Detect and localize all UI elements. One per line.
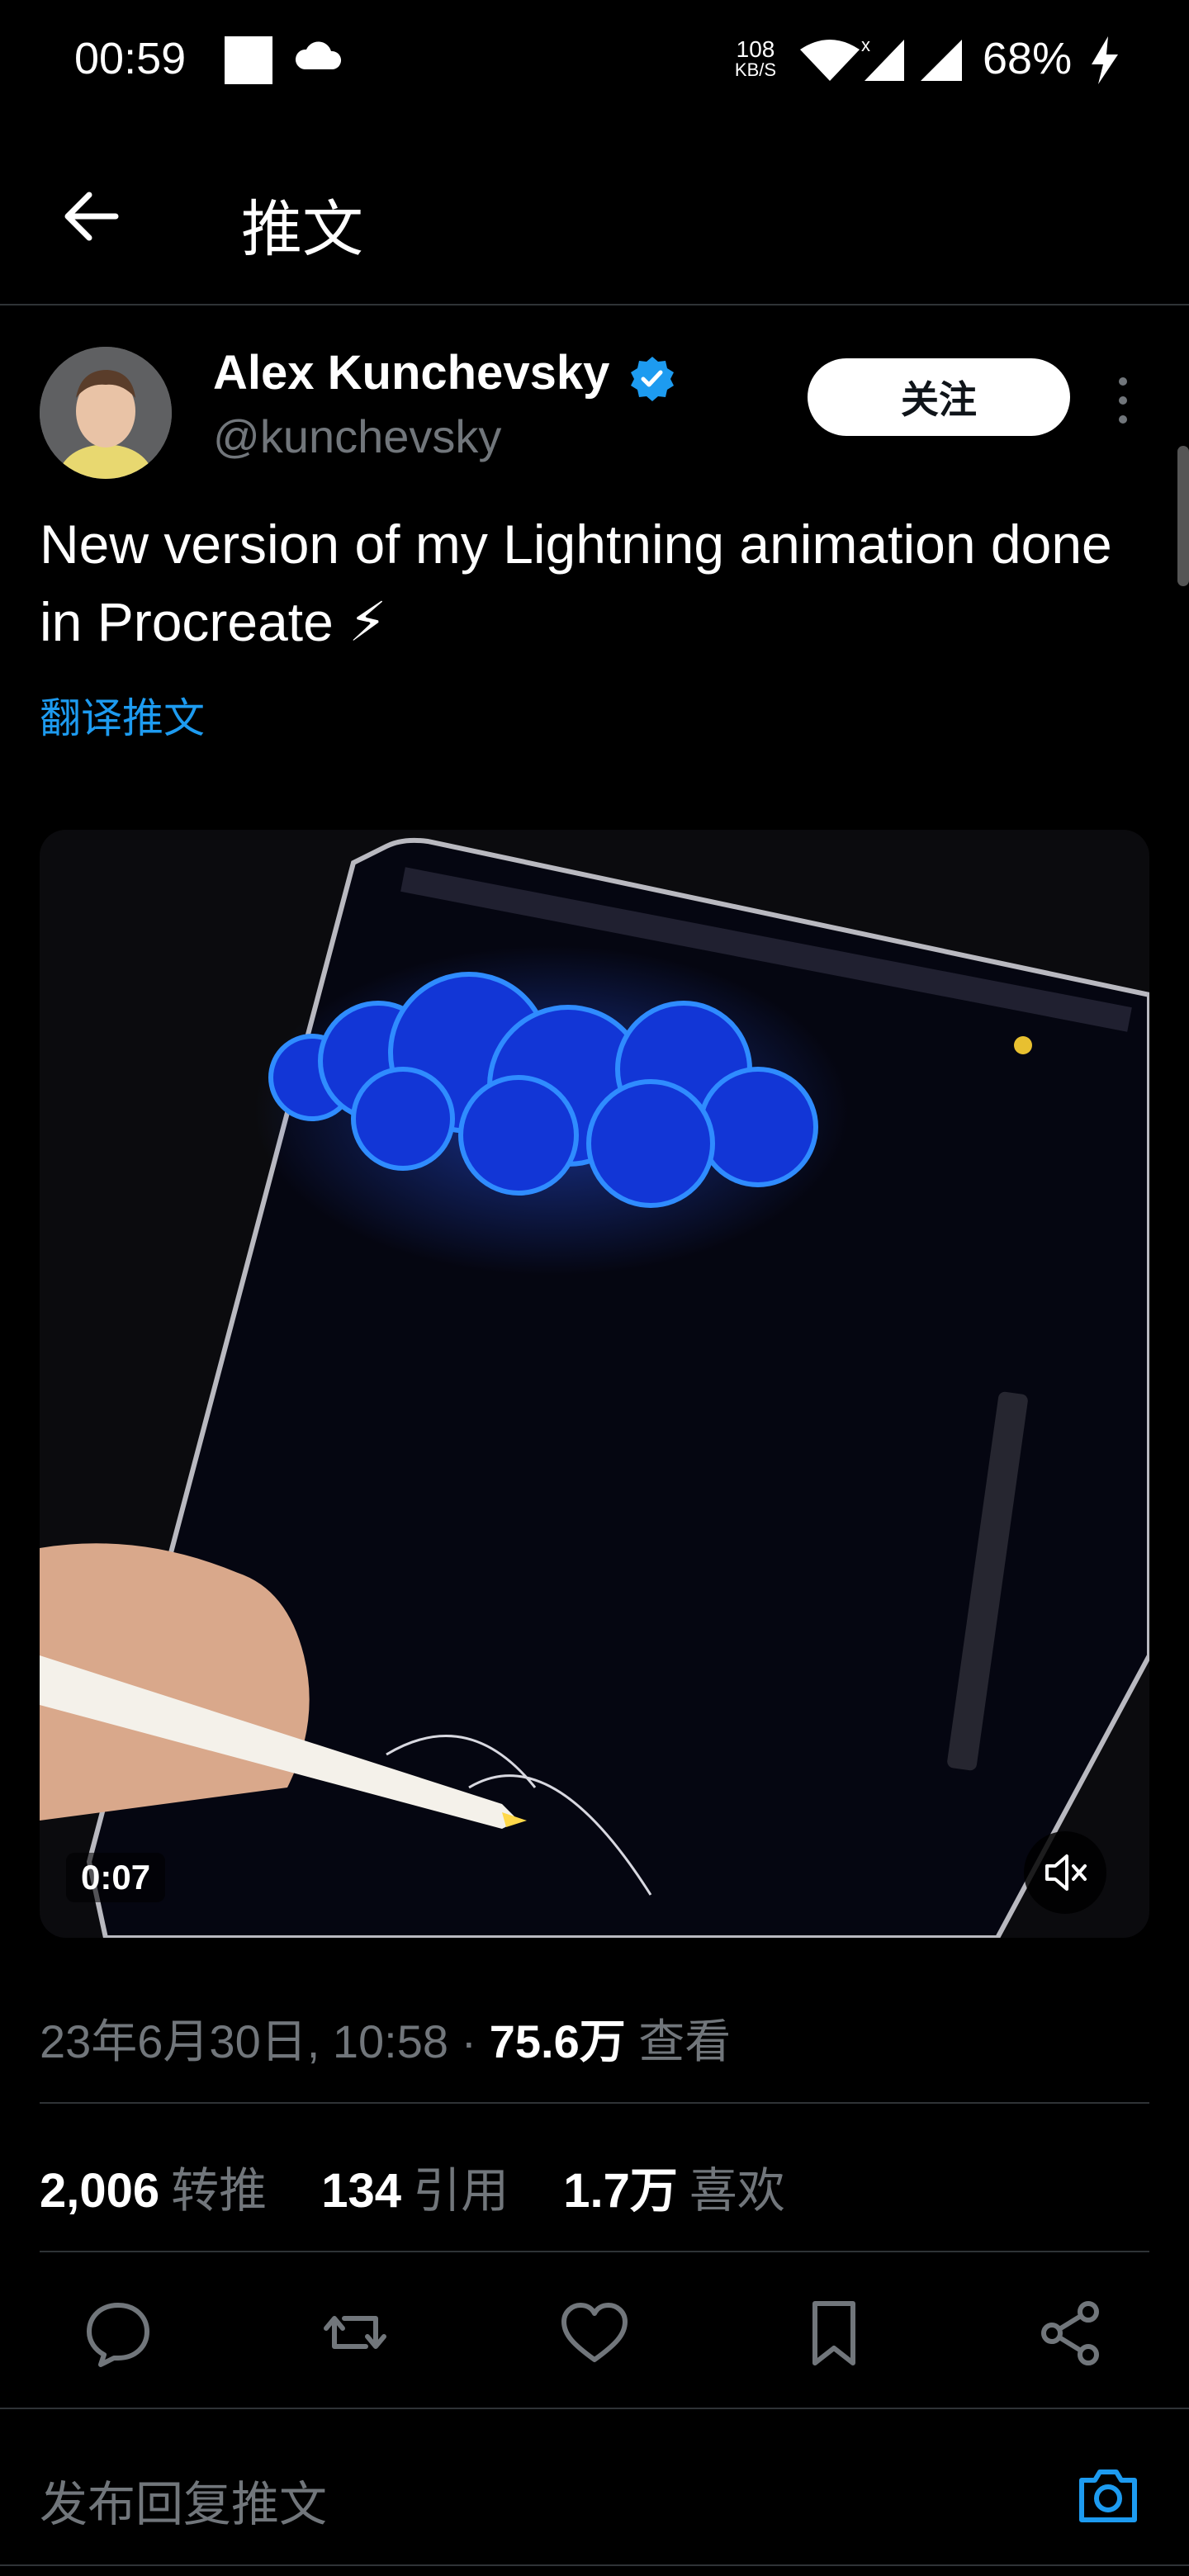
author-name[interactable]: Alex Kunchevsky [213,345,609,400]
bottom-divider [0,2564,1189,2566]
stats-divider [40,2251,1149,2252]
tweet-video[interactable] [40,830,1149,1938]
network-speed: 108 KB/S [734,36,777,80]
status-bar: 00:59 108 KB/S x 68% [0,0,1189,124]
follow-button[interactable]: 关注 [808,358,1070,436]
tweet-stats: 2,006 转推 134 引用 1.7万 喜欢 [40,2152,827,2221]
meta-divider [40,2102,1149,2104]
tweet-date: 23年6月30日, 10:58 · [40,2015,490,2067]
mute-icon[interactable] [1024,1831,1106,1914]
translate-link[interactable]: 翻译推文 [40,685,205,745]
author-handle[interactable]: @kunchevsky [213,410,501,463]
tweet-meta: 23年6月30日, 10:58 · 75.6万 查看 [40,2005,731,2072]
reply-input[interactable]: 发布回复推文 [40,2465,327,2535]
header-divider [0,304,1189,305]
more-options-icon[interactable] [1106,372,1139,429]
status-time: 00:59 [74,34,187,83]
verified-badge-icon [631,357,674,401]
likes-stat[interactable]: 1.7万 喜欢 [563,2164,785,2218]
bookmark-icon[interactable] [797,2295,871,2370]
battery-percent: 68% [983,34,1073,83]
cloud-icon [295,41,342,69]
charging-bolt-icon [1092,36,1118,84]
retweets-stat[interactable]: 2,006 转推 [40,2164,267,2218]
scrollbar[interactable] [1177,446,1189,586]
share-icon[interactable] [1034,2295,1108,2370]
video-timestamp: 0:07 [66,1853,166,1902]
back-arrow-icon[interactable] [58,183,124,249]
avatar[interactable] [40,347,172,479]
actions-divider [0,2408,1189,2409]
notification-square-icon [225,36,272,84]
svg-text:x: x [861,35,870,55]
reply-icon[interactable] [81,2295,155,2370]
retweet-icon[interactable] [318,2295,392,2370]
page-title: 推文 [241,195,363,263]
views-label: 查看 [625,2015,732,2067]
quotes-stat[interactable]: 134 引用 [321,2164,509,2218]
views-count: 75.6万 [489,2015,626,2067]
wifi-signal-icon: x [800,35,962,81]
tweet-text: New version of my Lightning animation do… [40,514,1112,652]
like-icon[interactable] [557,2295,632,2370]
video-frame-illustration [40,830,1149,1938]
camera-icon[interactable] [1073,2460,1143,2530]
